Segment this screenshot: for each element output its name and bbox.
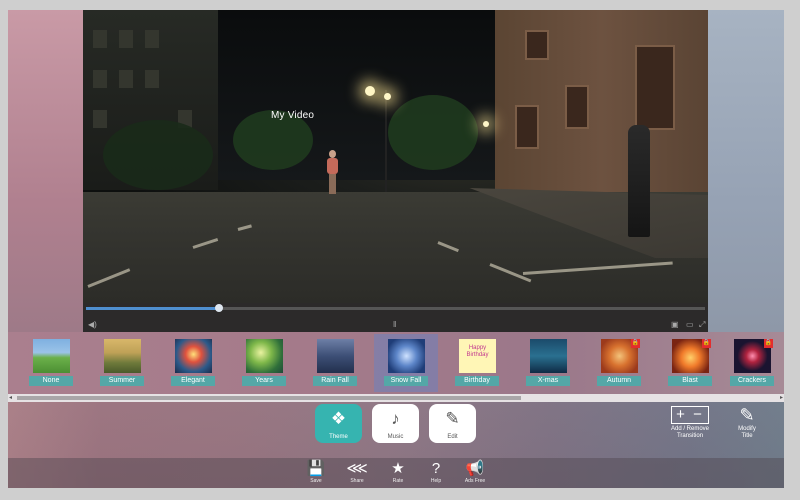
edit-mode-label: Edit <box>447 434 458 440</box>
theme-icon: ❖ <box>330 409 347 428</box>
theme-thumbnail <box>317 339 354 373</box>
theme-label: Elegant <box>171 376 215 386</box>
theme-mode-button[interactable]: ❖ Theme <box>315 404 362 443</box>
music-mode-label: Music <box>387 434 404 440</box>
theme-item[interactable]: 🔒 Autumn <box>587 334 651 392</box>
lock-icon: 🔒 <box>702 339 711 348</box>
lock-icon: 🔒 <box>764 339 773 348</box>
music-mode-button[interactable]: ♪ Music <box>372 404 419 443</box>
volume-icon[interactable]: ◀) <box>88 320 97 329</box>
theme-item[interactable]: 🔒 Blast <box>658 334 722 392</box>
plus-minus-icon: + − <box>664 404 716 426</box>
theme-thumbnail <box>246 339 283 373</box>
theme-label: Years <box>242 376 286 386</box>
ads-free-button[interactable]: 📢 Ads Free <box>460 460 490 484</box>
theme-thumbnail <box>175 339 212 373</box>
star-icon: ★ <box>391 460 405 477</box>
snapshot-icon[interactable]: ▣ <box>671 320 679 329</box>
help-button[interactable]: ? Help <box>421 460 451 484</box>
theme-thumbnail <box>530 339 567 373</box>
theme-label: Crackers <box>730 376 774 386</box>
right-blurred-panel <box>708 10 784 332</box>
help-label: Help <box>430 478 442 484</box>
seek-bar[interactable] <box>86 304 705 312</box>
rate-label: Rate <box>392 478 404 484</box>
theme-item[interactable]: Snow Fall <box>374 334 438 392</box>
birthday-thumb-text: Happy Birthday <box>466 345 489 358</box>
theme-item[interactable]: None <box>19 334 83 392</box>
pencil-icon: ✎ <box>445 409 460 428</box>
video-man <box>628 125 650 237</box>
theme-item[interactable]: Happy Birthday Birthday <box>445 334 509 392</box>
share-label: Share <box>350 478 364 484</box>
scroll-thumb[interactable] <box>17 396 521 400</box>
theme-thumbnail <box>33 339 70 373</box>
music-note-icon: ♪ <box>391 409 400 428</box>
app-window: My Video ◀) ‖ ▣ ▭ ⤢ None Summer Elegant … <box>8 10 784 488</box>
theme-item[interactable]: Summer <box>90 334 154 392</box>
ads-free-label: Ads Free <box>464 478 486 484</box>
theme-item[interactable]: Rain Fall <box>303 334 367 392</box>
video-person <box>326 150 338 195</box>
theme-label: Blast <box>668 376 712 386</box>
mode-bar: ❖ Theme ♪ Music ✎ Edit + − Add / Remove … <box>8 402 784 458</box>
video-title-overlay[interactable]: My Video <box>271 110 314 121</box>
theme-thumbnail <box>104 339 141 373</box>
themes-strip: None Summer Elegant Years Rain Fall Snow… <box>8 332 784 394</box>
theme-thumbnail <box>388 339 425 373</box>
seek-handle[interactable] <box>215 304 224 312</box>
add-remove-transition-label: Add / Remove Transition <box>670 426 710 439</box>
theme-label: Autumn <box>597 376 641 386</box>
pip-icon[interactable]: ▭ <box>686 320 694 329</box>
save-icon: 💾 <box>306 460 326 477</box>
theme-item[interactable]: X-mas <box>516 334 580 392</box>
video-building-right <box>495 10 708 205</box>
help-icon: ? <box>431 460 441 477</box>
rate-button[interactable]: ★ Rate <box>383 460 413 484</box>
share-icon: ⋘ <box>346 460 368 477</box>
pen-icon: ✎ <box>739 405 755 425</box>
theme-mode-label: Theme <box>329 434 348 440</box>
theme-label: Summer <box>100 376 144 386</box>
player-controls: ◀) ‖ ▣ ▭ ⤢ <box>83 303 708 332</box>
share-button[interactable]: ⋘ Share <box>342 460 372 484</box>
edit-mode-button[interactable]: ✎ Edit <box>429 404 476 443</box>
theme-label: Snow Fall <box>384 376 428 386</box>
theme-label: Rain Fall <box>313 376 357 386</box>
fullscreen-icon[interactable]: ⤢ <box>699 320 705 330</box>
save-button[interactable]: 💾 Save <box>301 460 331 484</box>
save-label: Save <box>310 478 322 484</box>
left-blurred-panel <box>8 10 83 332</box>
video-preview[interactable]: My Video <box>83 10 708 303</box>
theme-label: None <box>29 376 73 386</box>
theme-thumbnail: Happy Birthday <box>459 339 496 373</box>
pause-icon[interactable]: ‖ <box>393 320 396 329</box>
megaphone-icon: 📢 <box>465 460 485 477</box>
theme-item[interactable]: Years <box>232 334 296 392</box>
themes-scrollbar[interactable]: ◂ ▸ <box>8 394 784 402</box>
theme-item[interactable]: 🔒 Crackers <box>720 334 784 392</box>
seek-progress <box>86 307 220 310</box>
add-remove-transition-button[interactable]: + − Add / Remove Transition <box>664 404 716 440</box>
bottom-toolbar: 💾 Save ⋘ Share ★ Rate ? Help 📢 Ads Free <box>8 458 784 488</box>
theme-label: X-mas <box>526 376 570 386</box>
modify-title-label: Modify Title <box>738 426 756 439</box>
modify-title-button[interactable]: ✎ Modify Title <box>732 404 762 440</box>
theme-item[interactable]: Elegant <box>161 334 225 392</box>
theme-label: Birthday <box>455 376 499 386</box>
lock-icon: 🔒 <box>631 339 640 348</box>
scroll-right-icon[interactable]: ▸ <box>780 394 783 402</box>
scroll-left-icon[interactable]: ◂ <box>9 394 12 402</box>
